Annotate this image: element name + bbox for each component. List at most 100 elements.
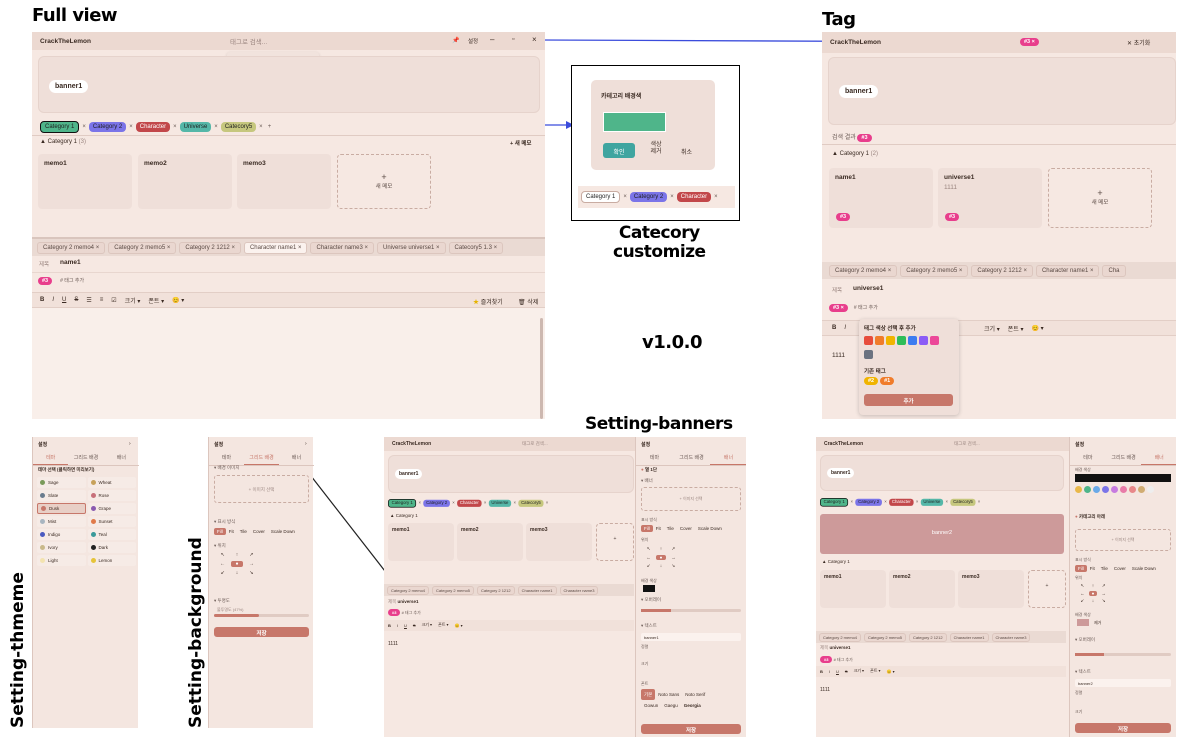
color-swatch[interactable]	[603, 112, 666, 132]
remove-icon[interactable]: ×	[214, 124, 218, 130]
close-icon[interactable]: ×	[532, 35, 537, 44]
banner[interactable]: banner1	[38, 56, 540, 113]
italic-button[interactable]: I	[52, 297, 54, 303]
remove-icon[interactable]: ×	[259, 124, 263, 130]
editor-tab[interactable]: Category 2 memo4 ×	[37, 241, 106, 254]
theme-option[interactable]: Teal	[87, 529, 136, 540]
color-swatch[interactable]	[643, 585, 655, 592]
theme-option[interactable]: Mist	[37, 516, 86, 527]
bold-button[interactable]: B	[40, 297, 44, 303]
existing-tag[interactable]: #1	[880, 377, 895, 385]
save-button[interactable]: 저장	[214, 627, 309, 637]
category-chip[interactable]: Character	[135, 122, 171, 132]
tag-input[interactable]: # 태그 추가	[854, 305, 878, 311]
theme-option[interactable]: Sage	[37, 477, 86, 488]
palette-color-swatch[interactable]	[1129, 486, 1136, 493]
remove-icon[interactable]: ×	[82, 124, 86, 130]
editor-tab[interactable]: Catecory5 1.3 ×	[448, 241, 504, 254]
category-chip[interactable]: Category 2	[88, 122, 127, 132]
theme-option[interactable]: Slate	[37, 490, 86, 501]
theme-option[interactable]: Light	[37, 555, 86, 566]
editor-body-text[interactable]: 1111	[832, 352, 845, 359]
theme-option[interactable]: Sunset	[87, 516, 136, 527]
title-input[interactable]: name1	[60, 259, 81, 266]
bullet-list-icon[interactable]: ☰	[86, 297, 91, 304]
theme-option[interactable]: Rose	[87, 490, 136, 501]
theme-option[interactable]: Dusk	[37, 503, 86, 514]
add-category-icon[interactable]: +	[268, 124, 272, 130]
editor-body-text[interactable]: 1111	[388, 641, 398, 647]
search-input[interactable]: 태그로 검색...	[230, 36, 267, 46]
color-swatch[interactable]	[864, 350, 873, 359]
memo-card[interactable]: memo3	[237, 154, 331, 209]
memo-card[interactable]: universe1 1111 #3	[938, 168, 1042, 228]
theme-option[interactable]: Indigo	[37, 529, 86, 540]
palette-color-swatch[interactable]	[1120, 486, 1127, 493]
category-name-input[interactable]: Category 1	[581, 191, 621, 203]
numbered-list-icon[interactable]: ≡	[100, 297, 104, 303]
remove-icon[interactable]: ×	[129, 124, 133, 130]
reset-filter-button[interactable]: ✕ 초기화	[1127, 38, 1150, 47]
memo-card[interactable]: memo3	[526, 523, 592, 561]
palette-color-swatch[interactable]	[1147, 486, 1154, 493]
editor-tab-active[interactable]: Character name1 ×	[243, 241, 308, 254]
editor-tab[interactable]: Category 2 1212 ×	[971, 264, 1033, 277]
confirm-button[interactable]: 확인	[603, 143, 635, 158]
banner[interactable]: banner1	[388, 455, 634, 493]
color-swatch[interactable]	[930, 336, 939, 345]
theme-option[interactable]: Wheat	[87, 477, 136, 488]
underline-button[interactable]: U	[62, 297, 66, 303]
remove-color-button[interactable]: 색상 제거	[646, 142, 666, 156]
settings-button[interactable]: 설정	[468, 37, 478, 45]
category-chip[interactable]: Character	[676, 192, 712, 202]
palette-color-swatch[interactable]	[1093, 486, 1100, 493]
banner[interactable]: banner1	[820, 455, 1064, 491]
close-icon[interactable]: ›	[305, 441, 307, 447]
font-dropdown[interactable]: 폰트 ▾	[148, 296, 164, 305]
color-swatch[interactable]	[897, 336, 906, 345]
editor-tab[interactable]: Character name1 ×	[1035, 264, 1100, 277]
editor-tag[interactable]: #3	[38, 277, 53, 285]
editor-tab[interactable]: Cha	[1102, 264, 1126, 277]
active-tag-filter[interactable]: #3 ×	[1020, 38, 1039, 46]
image-select-button[interactable]: + 이미지 선택	[214, 475, 309, 503]
color-swatch[interactable]	[908, 336, 917, 345]
category-chip[interactable]: Universe	[179, 122, 212, 132]
theme-option[interactable]: Lemon	[87, 555, 136, 566]
category-chip[interactable]: Catecory5	[220, 122, 257, 132]
memo-card[interactable]: memo2	[457, 523, 523, 561]
emoji-dropdown[interactable]: 😊 ▾	[172, 297, 184, 304]
category-chip[interactable]: Category 2	[629, 192, 668, 202]
color-swatch[interactable]	[1075, 474, 1171, 482]
banner-2[interactable]: banner2	[820, 514, 1064, 554]
maximize-icon[interactable]: ▫	[512, 36, 514, 43]
new-memo-card[interactable]: + 새 메모	[1048, 168, 1152, 228]
scrollbar[interactable]	[540, 318, 543, 419]
color-swatch[interactable]	[875, 336, 884, 345]
new-memo-card[interactable]: +	[596, 523, 634, 561]
title-input[interactable]: universe1	[853, 285, 883, 292]
checklist-icon[interactable]: ☑	[111, 297, 116, 304]
memo-card[interactable]: memo1	[388, 523, 454, 561]
strike-button[interactable]: S	[74, 297, 78, 303]
add-tag-button[interactable]: 추가	[864, 394, 953, 406]
theme-option[interactable]: Ivory	[37, 542, 86, 553]
opacity-slider[interactable]	[214, 614, 309, 617]
tag-input[interactable]: # 태그 추가	[60, 278, 84, 284]
theme-option[interactable]: Grape	[87, 503, 136, 514]
palette-color-swatch[interactable]	[1075, 486, 1082, 493]
palette-color-swatch[interactable]	[1084, 486, 1091, 493]
editor-body[interactable]	[32, 308, 545, 419]
delete-button[interactable]: 🗑 삭제	[518, 297, 538, 306]
palette-color-swatch[interactable]	[1102, 486, 1109, 493]
new-memo-card[interactable]: + 새 메모	[337, 154, 431, 209]
editor-tab[interactable]: Character name3 ×	[310, 241, 375, 254]
editor-tab[interactable]: Category 2 memo5 ×	[108, 241, 177, 254]
pin-icon[interactable]: 📌	[452, 37, 459, 44]
theme-option[interactable]: Dark	[87, 542, 136, 553]
color-swatch[interactable]	[864, 336, 873, 345]
color-swatch[interactable]	[886, 336, 895, 345]
memo-card[interactable]: memo2	[138, 154, 232, 209]
palette-color-swatch[interactable]	[1111, 486, 1118, 493]
close-icon[interactable]: ›	[129, 441, 131, 447]
